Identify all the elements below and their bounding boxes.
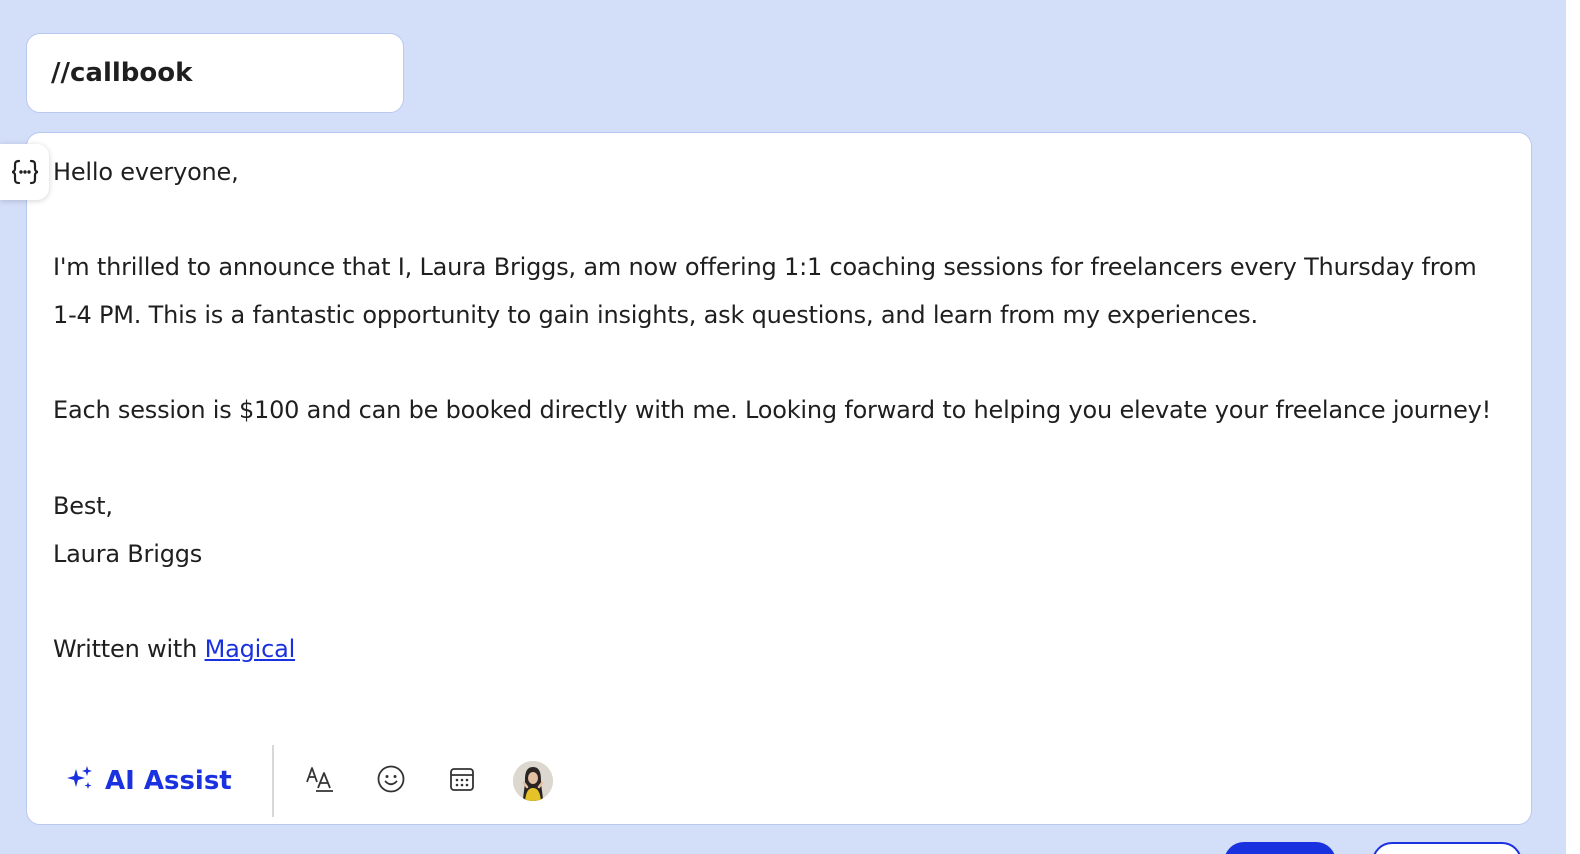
magical-link[interactable]: Magical: [205, 635, 296, 663]
curly-braces-icon: [10, 158, 40, 186]
message-body[interactable]: Hello everyone, I'm thrilled to announce…: [53, 149, 1493, 674]
message-editor[interactable]: Hello everyone, I'm thrilled to announce…: [26, 132, 1532, 825]
shortcut-input[interactable]: [51, 58, 379, 88]
shortcut-field[interactable]: [26, 33, 404, 113]
scrollbar-track: [1566, 0, 1580, 854]
calendar-icon: [447, 764, 477, 798]
editor-toolbar: AI Assist: [27, 745, 627, 817]
ai-assist-button[interactable]: AI Assist: [65, 763, 232, 800]
secondary-action-button[interactable]: [1372, 842, 1522, 854]
written-with-line: Written with Magical: [53, 626, 1493, 674]
ai-assist-label: AI Assist: [105, 766, 232, 796]
signature-line: Laura Briggs: [53, 539, 203, 568]
calendar-button[interactable]: [440, 759, 484, 803]
greeting-line: Hello everyone,: [53, 158, 239, 186]
paragraph-pricing: Each session is $100 and can be booked d…: [53, 396, 1492, 425]
variables-button[interactable]: [0, 144, 49, 200]
toolbar-divider: [271, 745, 274, 817]
profile-button[interactable]: [511, 759, 555, 803]
written-with-prefix: Written with: [53, 634, 205, 663]
sparkles-icon: [65, 763, 105, 800]
emoji-icon: [376, 764, 406, 798]
avatar: [512, 761, 553, 801]
signoff-line: Best,: [53, 491, 113, 520]
primary-action-button[interactable]: [1224, 842, 1336, 854]
paragraph-announcement: I'm thrilled to announce that I, Laura B…: [53, 253, 1477, 330]
text-format-icon: [304, 764, 336, 798]
emoji-button[interactable]: [369, 759, 413, 803]
text-format-button[interactable]: [298, 759, 342, 803]
